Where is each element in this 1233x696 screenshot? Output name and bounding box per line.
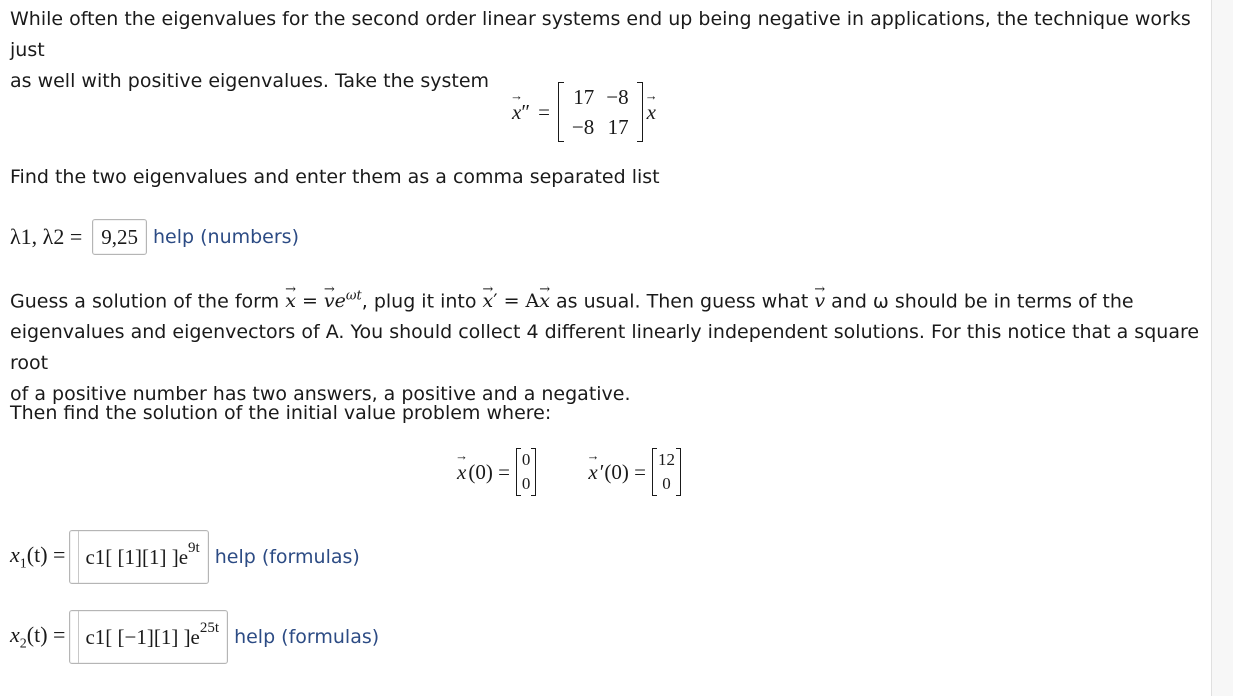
- coefficient-matrix: 17 −8 −8 17: [557, 82, 643, 142]
- eigenvalue-answer-row: λ1, λ2 = 9,25 help (numbers): [10, 219, 299, 255]
- x-vector-symbol: x: [647, 100, 656, 125]
- eigenvalue-label: λ1, λ2 =: [10, 224, 83, 249]
- x1-answer-row: x1(t) = c1[ [1][1] ]e 9t help (formulas): [10, 530, 360, 584]
- matrix-cell: −8: [571, 115, 595, 139]
- help-formulas-link[interactable]: help (formulas): [215, 546, 360, 568]
- x-vector-symbol: x: [512, 100, 521, 125]
- system-equation: x ″ = 17 −8 −8 17 x: [512, 82, 656, 142]
- x0-vector: 0 0: [515, 448, 537, 496]
- guess-line-2: eigenvalues and eigenvectors of A. You s…: [10, 321, 1200, 375]
- equals-sign: =: [538, 99, 550, 124]
- help-formulas-link[interactable]: help (formulas): [234, 626, 379, 648]
- input-divider: [78, 611, 80, 663]
- x-vector-symbol: x: [457, 460, 466, 485]
- guess-paragraph: Guess a solution of the form x = veωt, p…: [10, 281, 1200, 410]
- right-gutter: [1212, 0, 1233, 696]
- question-eigenvalues: Find the two eigenvalues and enter them …: [10, 166, 660, 188]
- matrix-cell: 17: [573, 85, 595, 109]
- x1-value: c1[ [1][1] ]e: [85, 544, 189, 569]
- guess-math: =: [301, 290, 324, 313]
- x2-input[interactable]: c1[ [−1][1] ]e 25t: [69, 610, 229, 664]
- xprime0-label: ′(0) =: [599, 459, 646, 484]
- input-divider: [78, 531, 80, 583]
- x2-answer-row: x2(t) = c1[ [−1][1] ]e 25t help (formulas…: [10, 610, 379, 664]
- vector-entry: 0: [521, 450, 531, 469]
- guess-math: ′ = A: [493, 290, 540, 313]
- vector-entry: 0: [662, 474, 671, 493]
- vector-entry: 0: [521, 474, 531, 493]
- initial-conditions: x (0) = 0 0 x ′(0) = 12 0: [457, 448, 681, 496]
- x1-label: x1(t) =: [10, 541, 66, 572]
- help-numbers-link[interactable]: help (numbers): [153, 226, 299, 248]
- matrix-cell: 17: [607, 115, 629, 139]
- guess-text: , plug it into: [361, 290, 477, 313]
- guess-text: Guess a solution of the form: [10, 290, 280, 313]
- x2-value: c1[ [−1][1] ]e: [85, 624, 200, 649]
- problem-page: While often the eigenvalues for the seco…: [0, 0, 1211, 696]
- x2-exponent: 25t: [199, 619, 220, 636]
- xprime0-vector: 12 0: [651, 448, 681, 496]
- eigenvalue-input[interactable]: 9,25: [92, 219, 147, 255]
- x2-label: x2(t) =: [10, 621, 66, 652]
- x0-label: (0) =: [468, 459, 510, 484]
- x1-input[interactable]: c1[ [1][1] ]e 9t: [69, 530, 209, 584]
- intro-line-1: While often the eigenvalues for the seco…: [10, 8, 1191, 61]
- guess-text: and ω should be in terms of the: [825, 290, 1134, 313]
- question-ivp: Then find the solution of the initial va…: [10, 402, 552, 424]
- guess-text: as usual. Then guess what: [550, 290, 809, 313]
- vector-entry: 12: [657, 450, 675, 469]
- guess-line-1: Guess a solution of the form x = veωt, p…: [10, 281, 1200, 317]
- matrix-cell: −8: [606, 85, 629, 109]
- x1-exponent: 9t: [188, 539, 200, 556]
- x-vector-symbol: x: [588, 460, 597, 485]
